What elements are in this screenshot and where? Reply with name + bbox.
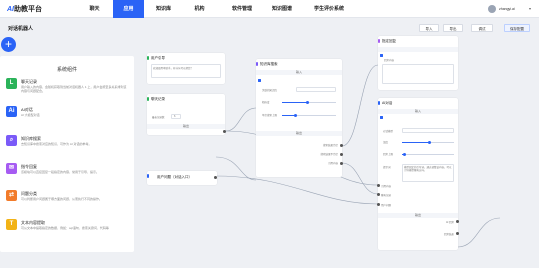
output-port[interactable] xyxy=(456,232,459,235)
node-user-guide[interactable]: 用户引导 欢迎使用本助手，有什么可以帮您？ xyxy=(147,53,225,84)
model-select[interactable] xyxy=(402,128,454,133)
node-title: 用户问题（对话入口） xyxy=(157,175,192,179)
port-question: 用户问题 xyxy=(381,204,392,207)
reply-label: 回复内容 xyxy=(384,59,395,62)
limit-label: 单次搜索上限 xyxy=(262,114,278,117)
output-ai-reply: AI 回复 xyxy=(445,221,454,224)
output-finish: 回复结束 xyxy=(443,233,454,236)
input-marker xyxy=(380,54,383,57)
guide-textarea[interactable]: 欢迎使用本助手，有什么可以帮您？ xyxy=(151,64,221,78)
node-accent xyxy=(378,39,380,43)
max-tokens-slider[interactable] xyxy=(402,153,454,156)
input-marker xyxy=(258,79,261,82)
guide-placeholder: 欢迎使用本助手，有什么可以帮您？ xyxy=(153,67,194,70)
output-port[interactable] xyxy=(456,220,459,223)
output-port[interactable] xyxy=(340,153,343,156)
output-citation: 引用内容 xyxy=(327,162,338,165)
node-ai-chat[interactable]: AI对话 输入 对话模型 温度 回复上限 提示词 模型固定的引导词，通过调整该内… xyxy=(377,98,459,250)
node-accent xyxy=(256,62,258,66)
output-port[interactable] xyxy=(340,162,343,165)
output-port[interactable] xyxy=(223,130,226,133)
input-port[interactable] xyxy=(377,193,380,196)
input-strip xyxy=(378,47,458,52)
output-not-empty: 搜索结果不为空 xyxy=(320,153,338,156)
output-strip: 输出 xyxy=(147,124,225,129)
kb-select[interactable] xyxy=(296,87,336,92)
port-citation: 引用内容 xyxy=(381,185,392,188)
output-empty: 搜索结果为空 xyxy=(322,144,338,147)
output-strip: 输出 xyxy=(378,213,458,218)
output-port[interactable] xyxy=(340,144,343,147)
prompt-hint: 模型固定的引导词，通过调整该内容，可以引导模型聊天方向。 xyxy=(404,166,452,172)
node-kb-search[interactable]: 知识库搜索 输入 关联的知识库 相似度 单次搜索上限 输出 搜索结果为空 搜索结… xyxy=(256,59,343,177)
output-port[interactable] xyxy=(214,176,217,179)
model-label: 对话模型 xyxy=(383,130,394,133)
kb-label: 关联的知识库 xyxy=(262,89,278,92)
input-strip: 输入 xyxy=(378,109,458,114)
node-accent xyxy=(147,174,149,178)
node-title: 聊天记录 xyxy=(151,97,165,101)
temperature-slider[interactable] xyxy=(402,141,454,144)
node-accent xyxy=(147,56,149,60)
input-marker xyxy=(380,116,383,119)
limit-slider[interactable] xyxy=(282,114,336,117)
max-history-value: 6 xyxy=(174,115,176,118)
node-chat-history[interactable]: 聊天记录 最长记录数 6 输出 xyxy=(147,94,226,135)
output-strip: 输出 xyxy=(256,131,342,136)
max-history-input[interactable]: 6 xyxy=(171,114,181,119)
node-accent xyxy=(147,97,149,101)
field-label: 最长记录数 xyxy=(152,116,165,119)
reply-textarea[interactable] xyxy=(382,64,454,84)
input-strip: 输入 xyxy=(256,70,342,75)
input-port[interactable] xyxy=(377,184,380,187)
node-title: 用户引导 xyxy=(151,56,165,60)
node-title: 知识库搜索 xyxy=(260,62,278,66)
port-history: 聊天记录 xyxy=(381,194,392,197)
node-title: 指定回复 xyxy=(382,39,396,43)
node-instruction-reply[interactable]: 指定回复 回复内容 xyxy=(378,36,458,90)
node-user-question[interactable]: 用户问题（对话入口） xyxy=(147,171,217,185)
similarity-slider[interactable] xyxy=(282,101,336,104)
prompt-label: 提示词 xyxy=(383,166,391,169)
prompt-textarea[interactable]: 模型固定的引导词，通过调整该内容，可以引导模型聊天方向。 xyxy=(402,164,454,182)
node-accent xyxy=(378,101,380,105)
max-tokens-label: 回复上限 xyxy=(383,153,394,156)
temperature-label: 温度 xyxy=(383,141,389,144)
input-port[interactable] xyxy=(377,203,380,206)
similarity-label: 相似度 xyxy=(262,101,270,104)
node-title: AI对话 xyxy=(382,101,393,105)
